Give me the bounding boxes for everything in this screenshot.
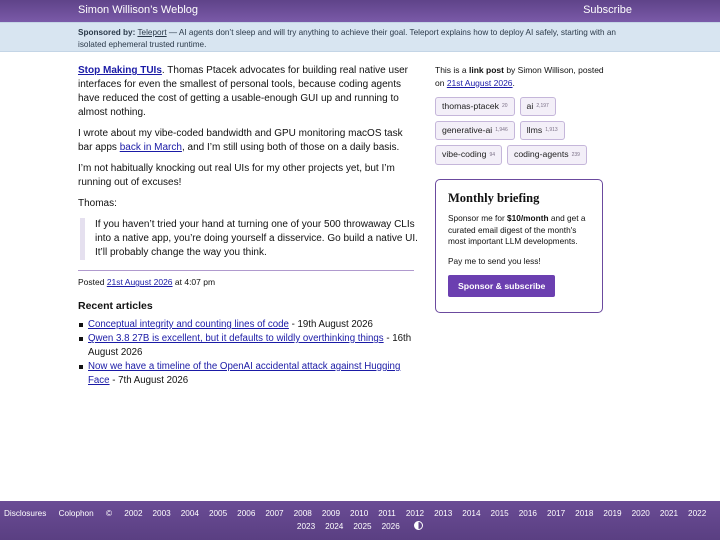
posted-time: at 4:07 pm — [172, 277, 216, 287]
back-in-march-link[interactable]: back in March — [120, 142, 182, 153]
sponsor-banner: Sponsored by: Teleport — AI agents don’t… — [0, 22, 720, 52]
footer-year-link-2023[interactable]: 2023 — [297, 522, 315, 531]
post-content: Stop Making TUIs. Thomas Ptacek advocate… — [78, 64, 418, 388]
footer-year-link-2003[interactable]: 2003 — [153, 509, 171, 518]
footer-year-link-2017[interactable]: 2017 — [547, 509, 565, 518]
tag-vibe-coding[interactable]: vibe-coding 94 — [435, 145, 502, 165]
tag-count: 1,946 — [495, 127, 508, 134]
footer-year-link-2016[interactable]: 2016 — [519, 509, 537, 518]
site-footer: Disclosures Colophon © 2002 2003 2004 2005 2… — [0, 501, 720, 540]
list-item: Qwen 3.8 27B is excellent, but it defaul… — [78, 332, 418, 360]
posted-line: Posted 21st August 2026 at 4:07 pm — [78, 276, 418, 288]
footer-year-link-2015[interactable]: 2015 — [491, 509, 509, 518]
tag-coding-agents[interactable]: coding-agents 239 — [507, 145, 587, 165]
paragraph-3: I’m not habitually knocking out real UIs… — [78, 163, 395, 188]
footer-year-link-2025[interactable]: 2025 — [353, 522, 371, 531]
posted-date-link[interactable]: 21st August 2026 — [107, 277, 173, 287]
footer-year-link-2026[interactable]: 2026 — [382, 522, 400, 531]
sidebar: This is a link post by Simon Willison, p… — [435, 64, 605, 170]
list-item: Now we have a timeline of the OpenAI acc… — [78, 360, 418, 388]
footer-year-link-2021[interactable]: 2021 — [660, 509, 678, 518]
briefing-title: Monthly briefing — [448, 191, 540, 205]
footer-year-link-2008[interactable]: 2008 — [294, 509, 312, 518]
tag-name: thomas-ptacek — [442, 101, 499, 111]
tag-name: coding-agents — [514, 149, 569, 160]
footer-years-row-2: 2023 2024 2025 2026 — [297, 522, 410, 531]
info-text-3: . — [512, 77, 515, 88]
paragraph-4: Thomas: — [78, 198, 117, 209]
footer-row-2: 2023 2024 2025 2026 — [0, 521, 720, 531]
tag-generative-ai[interactable]: generative-ai 1,946 — [435, 121, 515, 141]
tag-count: 1,913 — [545, 127, 558, 134]
footer-year-link-2013[interactable]: 2013 — [434, 509, 452, 518]
footer-year-link-2024[interactable]: 2024 — [325, 522, 343, 531]
blockquote: If you haven’t tried your hand at turnin… — [80, 218, 418, 260]
info-text-1: This is a — [435, 65, 470, 75]
tag-count: 239 — [571, 151, 580, 158]
tag-llms[interactable]: llms 1,913 — [519, 121, 565, 141]
footer-year-link-2007[interactable]: 2007 — [265, 509, 283, 518]
footer-year-link-2010[interactable]: 2010 — [350, 509, 368, 518]
p2-text-after: , and I’m still using both of those on a… — [181, 142, 400, 153]
footer-years-row-1: 2002 2003 2004 2005 2006 2007 2008 2009 2010 2011… — [124, 509, 706, 518]
recent-article-link[interactable]: Qwen 3.8 27B is excellent, but it defaul… — [88, 333, 384, 344]
footer-year-link-2006[interactable]: 2006 — [237, 509, 255, 518]
sponsor-subscribe-button[interactable]: Sponsor & subscribe — [448, 275, 556, 297]
briefing-text: Sponsor me for $10/month and get a curat… — [448, 213, 590, 248]
briefing-text-1: Sponsor me for — [448, 213, 508, 223]
recent-article-date: - 19th August 2026 — [288, 319, 373, 330]
tag-name: ai — [526, 101, 534, 111]
briefing-price: $10/month — [507, 213, 549, 223]
copyright-symbol: © — [105, 509, 112, 518]
footer-year-link-2018[interactable]: 2018 — [575, 509, 593, 518]
footer-year-link-2002[interactable]: 2002 — [124, 509, 142, 518]
list-item: Conceptual integrity and counting lines … — [78, 318, 418, 332]
recent-articles-list: Conceptual integrity and counting lines … — [78, 318, 418, 388]
sponsor-link[interactable]: Teleport — [137, 28, 166, 37]
briefing-pay-text: Pay me to send you less! — [448, 255, 541, 266]
footer-year-link-2011[interactable]: 2011 — [378, 509, 396, 518]
tag-name: llms — [526, 125, 543, 136]
tag-name: vibe-coding — [442, 149, 487, 160]
recent-article-date: - 7th August 2026 — [109, 375, 189, 386]
sidebar-info: This is a link post by Simon Willison, p… — [435, 64, 605, 89]
tag-count: 20 — [501, 103, 508, 110]
monthly-briefing-box: Monthly briefing Sponsor me for $10/mont… — [435, 179, 603, 313]
footer-year-link-2022[interactable]: 2022 — [688, 509, 706, 518]
site-header: Simon Willison’s Weblog Subscribe — [0, 0, 720, 22]
footer-year-link-2020[interactable]: 2020 — [632, 509, 650, 518]
tag-ai[interactable]: ai 2,197 — [519, 97, 556, 117]
lede-link[interactable]: Stop Making TUIs — [78, 65, 162, 76]
footer-year-link-2014[interactable]: 2014 — [462, 509, 480, 518]
tag-name: generative-ai — [442, 125, 493, 136]
posted-label: Posted — [78, 277, 107, 287]
quote-text: If you haven’t tried your hand at turnin… — [95, 219, 418, 258]
footer-year-link-2009[interactable]: 2009 — [322, 509, 340, 518]
info-bold: link post — [469, 65, 504, 75]
footer-year-link-2012[interactable]: 2012 — [406, 509, 424, 518]
footer-year-link-2005[interactable]: 2005 — [209, 509, 227, 518]
footer-disclosures-link[interactable]: Disclosures — [4, 509, 46, 518]
footer-colophon-link[interactable]: Colophon — [59, 509, 94, 518]
tag-count: 94 — [489, 151, 495, 158]
tag-list: thomas-ptacek 20 ai 2,197 generative-ai 1,9… — [435, 97, 605, 170]
footer-year-link-2019[interactable]: 2019 — [603, 509, 621, 518]
paragraph-2: I wrote about my vibe-coded bandwidth an… — [78, 127, 418, 155]
tag-count: 2,197 — [536, 103, 549, 110]
site-title-link[interactable]: Simon Willison’s Weblog — [78, 4, 198, 16]
divider — [78, 270, 414, 271]
footer-year-link-2004[interactable]: 2004 — [181, 509, 199, 518]
info-date-link[interactable]: 21st August 2026 — [447, 78, 513, 88]
footer-row-1: Disclosures Colophon © 2002 2003 2004 2005 2… — [4, 509, 716, 518]
subscribe-link[interactable]: Subscribe — [583, 4, 632, 16]
recent-article-link[interactable]: Conceptual integrity and counting lines … — [88, 319, 289, 330]
recent-articles-heading: Recent articles — [78, 300, 153, 312]
sponsor-label: Sponsored by: — [78, 28, 136, 37]
lede-paragraph: Stop Making TUIs. Thomas Ptacek advocate… — [78, 64, 418, 120]
tag-thomas-ptacek[interactable]: thomas-ptacek 20 — [435, 97, 515, 117]
theme-toggle-icon[interactable] — [414, 521, 424, 530]
